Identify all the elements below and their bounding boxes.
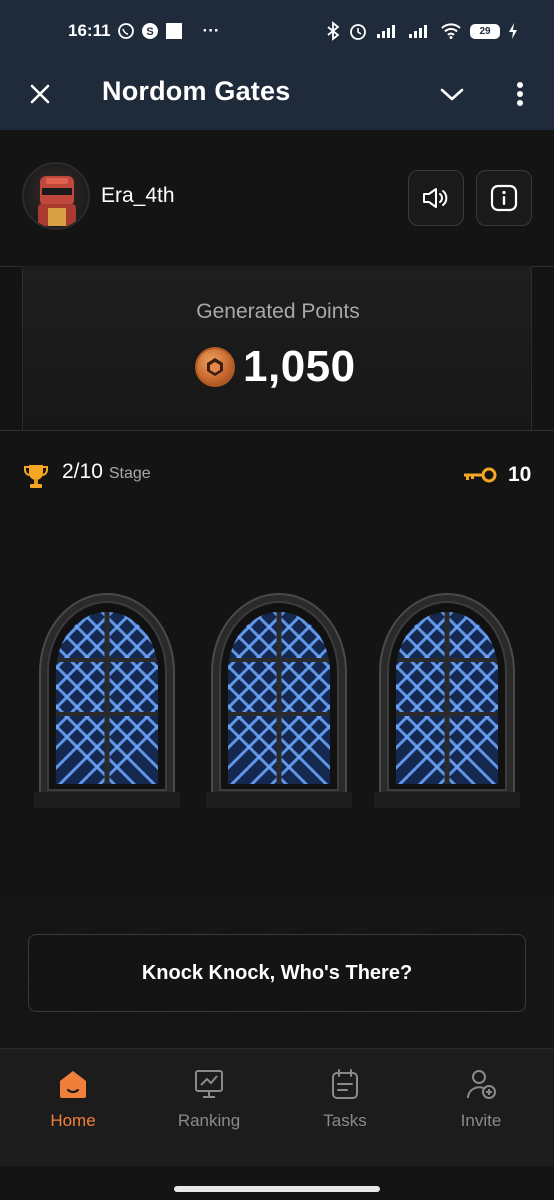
bottom-navigation: Home Ranking Tasks Invite <box>0 1048 554 1166</box>
close-icon <box>30 84 50 104</box>
invite-icon <box>467 1070 496 1099</box>
gate-door[interactable] <box>374 586 520 814</box>
charging-icon <box>508 22 518 40</box>
nav-item-home[interactable]: Home <box>18 1067 128 1131</box>
nav-label-home: Home <box>50 1111 96 1130</box>
gate-door-graphic <box>374 593 520 808</box>
coin-icon <box>195 347 235 387</box>
collapse-button[interactable] <box>434 76 470 112</box>
divider <box>0 430 554 431</box>
speaker-icon <box>423 188 448 208</box>
avatar[interactable] <box>22 162 90 230</box>
bluetooth-icon <box>326 21 340 41</box>
nav-label-tasks: Tasks <box>323 1111 367 1130</box>
ranking-icon <box>195 1070 223 1098</box>
home-icon <box>60 1071 86 1098</box>
app-bar: Nordom Gates <box>0 62 554 130</box>
nav-label-ranking: Ranking <box>177 1111 241 1130</box>
signal-icon <box>408 23 432 39</box>
status-time: 16:11 <box>68 21 111 40</box>
profile-row: Era_4th <box>0 130 554 266</box>
signal-icon <box>376 23 400 39</box>
battery-icon: 29 <box>470 23 500 39</box>
gates-area <box>34 586 524 816</box>
gesture-bar[interactable] <box>174 1186 380 1192</box>
points-panel: Generated Points 1,050 <box>22 266 532 430</box>
gate-door-graphic <box>206 593 352 808</box>
stage-value: 2/10 <box>62 460 103 483</box>
key-icon <box>464 467 497 483</box>
points-value: 1,050 <box>243 342 356 391</box>
wifi-icon <box>440 22 462 40</box>
points-label: Generated Points <box>196 300 360 323</box>
alarm-icon <box>348 21 368 41</box>
gate-door-graphic <box>34 593 180 808</box>
username: Era_4th <box>101 184 175 207</box>
stage-label: Stage <box>108 465 151 482</box>
nav-item-ranking[interactable]: Ranking <box>154 1067 264 1131</box>
nav-label-invite: Invite <box>460 1111 502 1130</box>
main-content: Era_4th Generated Points 1,050 2/10 Stag… <box>0 130 554 1048</box>
status-bar: 16:11 S ··· 29 <box>0 0 554 62</box>
more-menu-button[interactable] <box>504 76 536 112</box>
square-notification-icon <box>165 22 183 40</box>
svg-text:S: S <box>146 26 153 38</box>
points-row: 1,050 <box>195 342 356 392</box>
tasks-icon <box>332 1069 358 1099</box>
chevron-down-icon <box>440 88 464 101</box>
key-count: 10 <box>508 463 532 486</box>
more-vertical-icon <box>517 82 523 106</box>
sound-button[interactable] <box>408 170 464 226</box>
gate-door[interactable] <box>34 586 180 814</box>
app-title: Nordom Gates <box>102 76 291 106</box>
info-button[interactable] <box>476 170 532 226</box>
more-notifications-indicator: ··· <box>202 21 220 40</box>
stage-indicator: 2/10 Stage <box>62 460 151 484</box>
trophy-icon <box>22 462 50 495</box>
gesture-area <box>0 1166 554 1200</box>
knock-button[interactable]: Knock Knock, Who's There? <box>28 934 526 1012</box>
key-counter: 10 <box>462 463 531 487</box>
nav-item-invite[interactable]: Invite <box>426 1067 536 1131</box>
s-app-icon: S <box>141 22 159 40</box>
gate-door[interactable] <box>206 586 352 814</box>
nav-item-tasks[interactable]: Tasks <box>290 1067 400 1131</box>
whatsapp-icon <box>117 22 135 40</box>
close-button[interactable] <box>22 76 58 112</box>
info-icon <box>490 184 518 212</box>
